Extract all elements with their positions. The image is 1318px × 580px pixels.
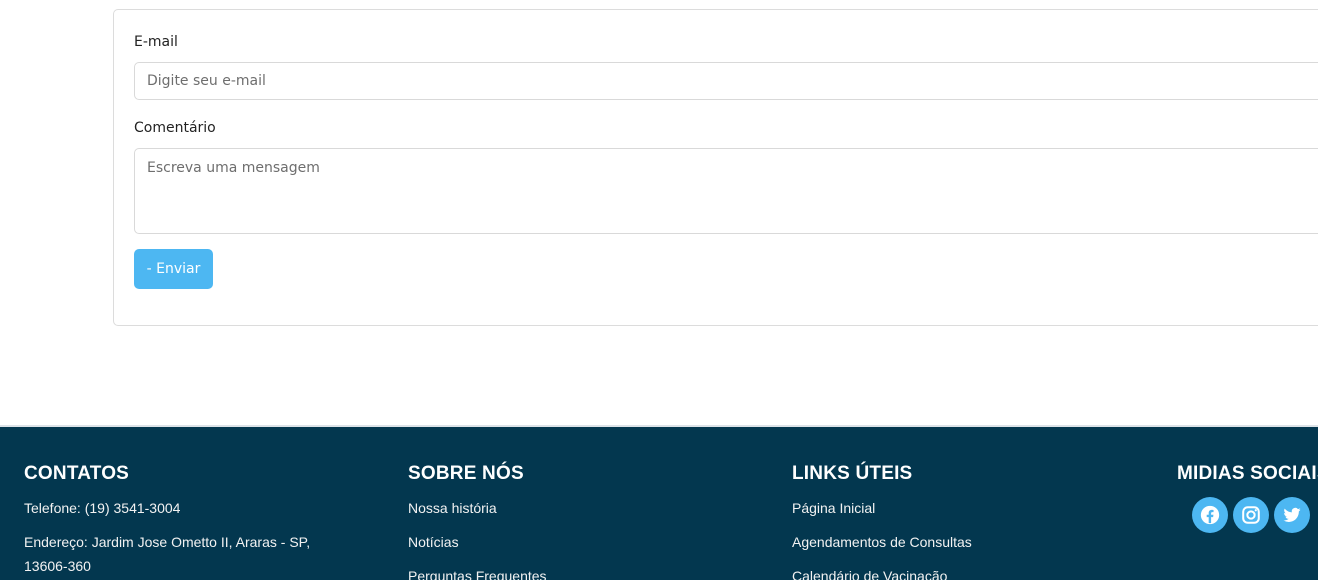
contact-address: Endereço: Jardim Jose Ometto II, Araras …	[24, 534, 311, 574]
link-vaccination-calendar[interactable]: Calendário de Vacinação	[792, 568, 947, 580]
send-button[interactable]: - Enviar	[134, 249, 213, 289]
facebook-icon[interactable]	[1192, 497, 1228, 533]
about-title: SOBRE NÓS	[408, 463, 524, 484]
instagram-icon[interactable]	[1233, 497, 1269, 533]
facebook-glyph	[1200, 505, 1220, 525]
instagram-glyph	[1242, 506, 1260, 524]
comment-textarea[interactable]	[134, 148, 1318, 234]
contacts-title: CONTATOS	[24, 463, 130, 484]
social-title: MIDIAS SOCIAIS	[1177, 463, 1318, 484]
page: E-mail Comentário - Enviar CONTATOS Tele…	[0, 0, 1318, 580]
site-footer: CONTATOS Telefone: (19) 3541-3004 Endere…	[0, 425, 1318, 580]
contact-phone: Telefone: (19) 3541-3004	[24, 500, 181, 516]
email-label: E-mail	[134, 34, 178, 50]
social-icons	[1192, 497, 1310, 533]
email-input[interactable]	[134, 62, 1318, 100]
about-link-history[interactable]: Nossa história	[408, 500, 497, 516]
about-link-news[interactable]: Notícias	[408, 534, 459, 550]
link-home[interactable]: Página Inicial	[792, 500, 875, 516]
contact-form-card: E-mail Comentário - Enviar	[113, 9, 1318, 326]
twitter-icon[interactable]	[1274, 497, 1310, 533]
about-link-faq[interactable]: Perguntas Frequentes	[408, 568, 547, 580]
link-appointments[interactable]: Agendamentos de Consultas	[792, 534, 972, 550]
links-title: LINKS ÚTEIS	[792, 463, 913, 484]
twitter-glyph	[1283, 507, 1301, 522]
comment-label: Comentário	[134, 120, 216, 136]
